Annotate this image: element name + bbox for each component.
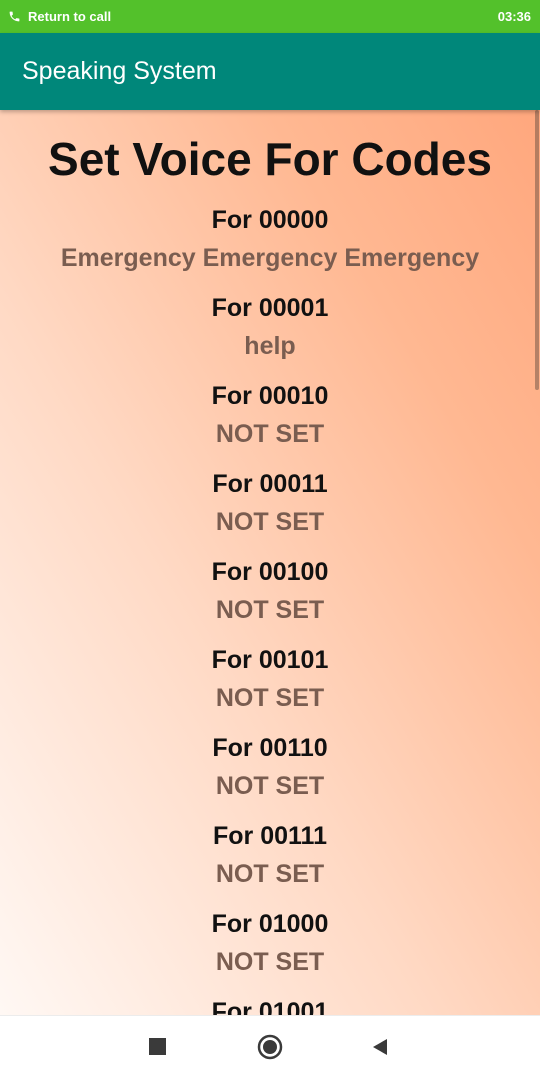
code-label: For 00101 <box>211 646 329 674</box>
code-voice: NOT SET <box>215 684 325 712</box>
screen: Return to call 03:36 Speaking System Set… <box>0 0 540 1080</box>
code-label: For 00010 <box>211 382 329 410</box>
back-button[interactable] <box>363 1032 397 1066</box>
code-item-00101[interactable]: For 00101 NOT SET <box>0 642 540 730</box>
code-voice: NOT SET <box>215 948 325 976</box>
status-bar: Return to call 03:36 <box>0 0 540 33</box>
code-voice: NOT SET <box>215 420 325 448</box>
code-voice: NOT SET <box>215 596 325 624</box>
recents-button[interactable] <box>140 1032 174 1066</box>
code-item-00011[interactable]: For 00011 NOT SET <box>0 466 540 554</box>
status-time: 03:36 <box>497 9 531 24</box>
code-label: For 00000 <box>211 206 329 234</box>
code-label: For 00011 <box>212 470 328 498</box>
code-label: For 00111 <box>213 822 327 850</box>
code-voice: NOT SET <box>215 860 325 888</box>
code-label: For 01000 <box>211 910 329 938</box>
code-voice: help <box>244 332 296 360</box>
navigation-bar <box>0 1015 540 1080</box>
circle-home-icon <box>257 1034 283 1065</box>
code-item-00010[interactable]: For 00010 NOT SET <box>0 378 540 466</box>
phone-icon <box>8 10 21 23</box>
code-item-01001[interactable]: For 01001 <box>0 994 540 1015</box>
main-content[interactable]: Set Voice For Codes For 00000 Emergency … <box>0 110 540 1015</box>
code-label: For 00110 <box>212 734 328 762</box>
return-to-call-button[interactable]: Return to call <box>8 9 111 24</box>
scrollbar-thumb[interactable] <box>535 110 539 390</box>
code-item-00001[interactable]: For 00001 help <box>0 290 540 378</box>
code-list: For 00000 Emergency Emergency Emergency … <box>0 186 540 1015</box>
code-label: For 00001 <box>211 294 329 322</box>
code-item-00111[interactable]: For 00111 NOT SET <box>0 818 540 906</box>
code-item-01000[interactable]: For 01000 NOT SET <box>0 906 540 994</box>
triangle-back-icon <box>371 1038 389 1061</box>
app-bar: Speaking System <box>0 33 540 110</box>
code-voice: NOT SET <box>215 772 325 800</box>
square-recents-icon <box>148 1038 166 1060</box>
return-to-call-label: Return to call <box>28 9 112 24</box>
code-voice: Emergency Emergency Emergency <box>60 244 480 272</box>
page-title: Set Voice For Codes <box>48 133 492 185</box>
home-button[interactable] <box>253 1032 287 1066</box>
code-label: For 01001 <box>211 998 329 1015</box>
code-item-00100[interactable]: For 00100 NOT SET <box>0 554 540 642</box>
code-item-00000[interactable]: For 00000 Emergency Emergency Emergency <box>0 202 540 290</box>
code-item-00110[interactable]: For 00110 NOT SET <box>0 730 540 818</box>
code-label: For 00100 <box>211 558 329 586</box>
app-title: Speaking System <box>22 57 217 85</box>
code-voice: NOT SET <box>215 508 325 536</box>
